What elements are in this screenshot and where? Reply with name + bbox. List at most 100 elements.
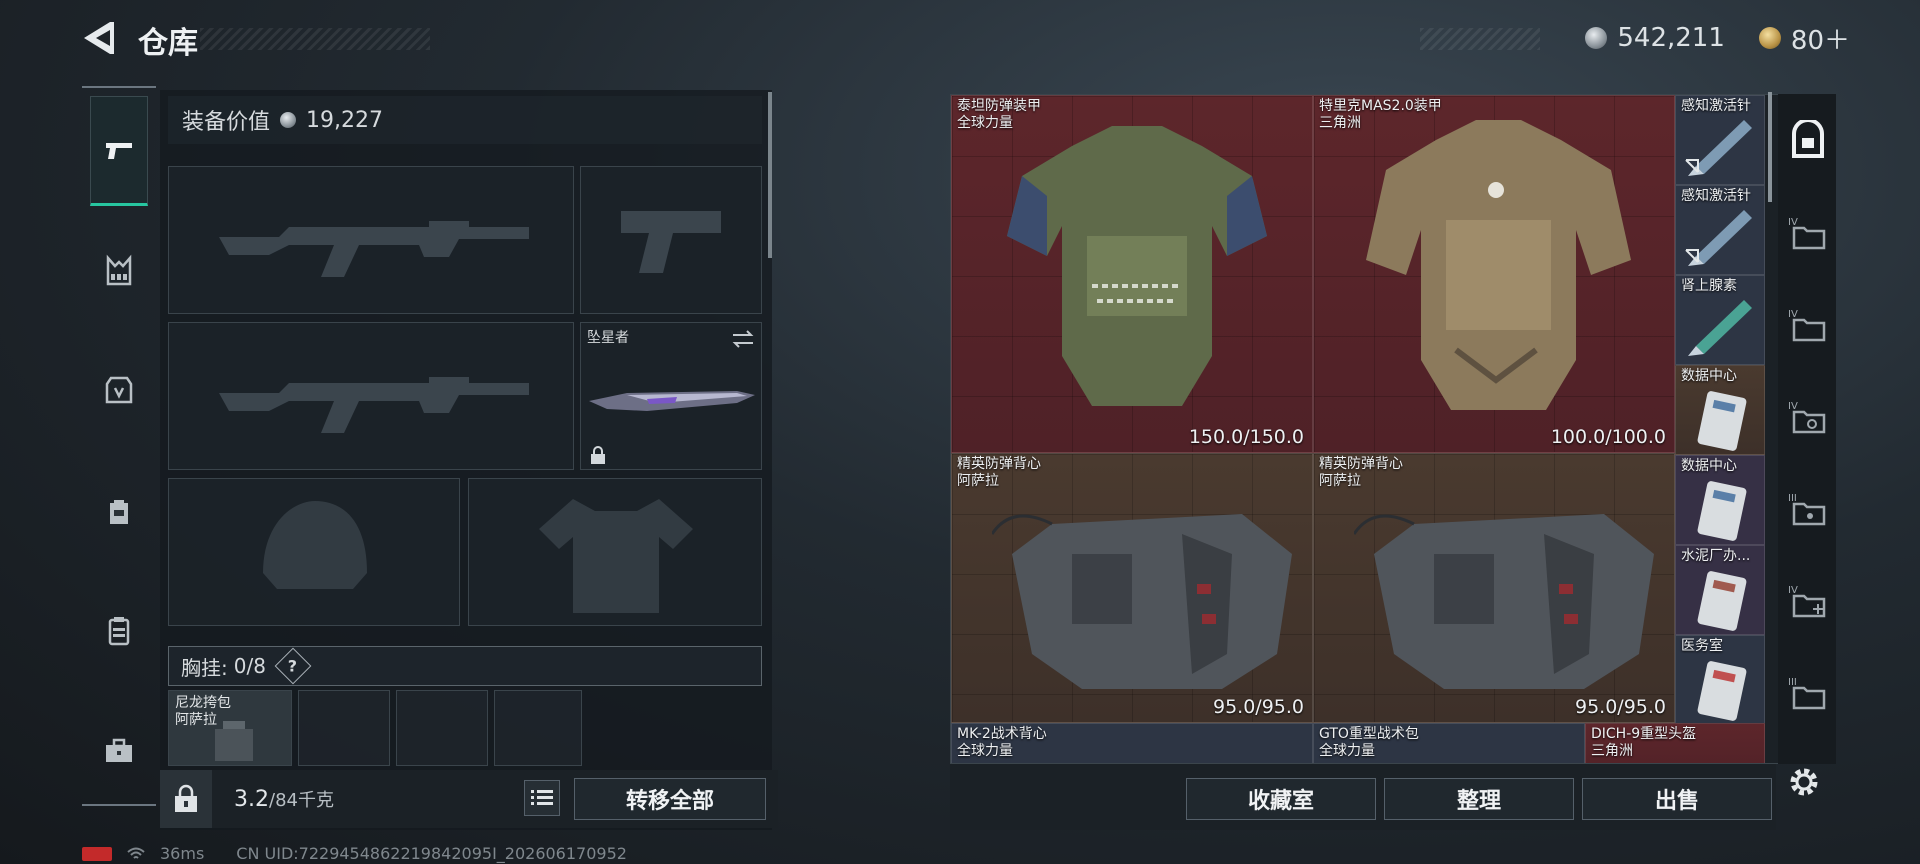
stash-tab-iv-2[interactable]: IV [1786, 302, 1830, 346]
stash-item-dich-helmet[interactable]: DICH-9重型头盔 三角洲 [1585, 723, 1765, 763]
item-name: 精英防弹背心 [957, 456, 1041, 472]
item-maker: 阿萨拉 [1319, 473, 1361, 489]
sell-button[interactable]: 出售 [1582, 778, 1772, 820]
stash-tab-iv-3[interactable]: IV [1786, 394, 1830, 438]
tier-label: IV [1788, 217, 1798, 228]
folder-gear-icon: III [1788, 493, 1826, 526]
helmet-slot[interactable] [168, 478, 460, 626]
list-view-button[interactable] [524, 780, 560, 816]
carry-weight: 3.2/84千克 [234, 786, 334, 812]
melee-slot[interactable]: 坠星者 [580, 322, 762, 470]
chest-rig-label: 胸挂: [181, 655, 228, 680]
tier-label: III [1788, 677, 1797, 688]
rifle-silhouette-icon [219, 377, 529, 433]
equipment-value-label: 装备价值 [182, 110, 271, 135]
syringe-icon [1685, 120, 1752, 176]
body-armor-slot[interactable] [468, 478, 762, 626]
sidearm-slot[interactable] [580, 166, 762, 314]
stash-item-elite-vest[interactable]: 精英防弹背心 阿萨拉 95.0/95.0 [951, 453, 1313, 723]
status-line: 36ms CN UID:7229454862219842095I_2026061… [82, 844, 627, 863]
helmet-silhouette-icon [263, 501, 367, 589]
stash-tab-iii-1[interactable]: III [1786, 486, 1830, 530]
wifi-icon [127, 847, 145, 859]
stash-grid: 泰坦防弹装甲 全球力量 150.0/150.0 特里克MAS2.0装甲 三角洲 10… [950, 94, 1836, 764]
stash-item-gto-bag[interactable]: GTO重型战术包 全球力量 [1313, 723, 1585, 763]
gold-coin-icon [1758, 27, 1781, 49]
pouch-slot-empty[interactable] [396, 690, 488, 766]
rail-item-vest[interactable] [90, 216, 148, 326]
collection-room-button[interactable]: 收藏室 [1186, 778, 1376, 820]
stash-item-keycard[interactable]: 数据中心 [1675, 365, 1765, 455]
item-durability: 100.0/100.0 [1550, 426, 1666, 448]
stash-tab-main[interactable] [1786, 118, 1830, 162]
rail-item-backpack[interactable] [90, 456, 148, 566]
rail-item-weapons[interactable] [90, 96, 148, 206]
back-button[interactable] [80, 18, 116, 58]
list-icon [531, 790, 553, 805]
item-name: 感知激活针 [1681, 98, 1751, 114]
stash-item-injector[interactable]: 感知激活针 [1675, 95, 1765, 185]
swap-icon[interactable] [731, 329, 755, 349]
item-name: 数据中心 [1681, 458, 1737, 474]
tier-label: IV [1788, 585, 1798, 596]
stash-item-mas-armor[interactable]: 特里克MAS2.0装甲 三角洲 100.0/100.0 [1313, 95, 1675, 453]
transfer-all-button[interactable]: 转移全部 [574, 778, 766, 820]
stash-item-mk2-vest[interactable]: MK-2战术背心 全球力量 [951, 723, 1313, 763]
armor-icon [105, 376, 133, 404]
stash-item-adrenaline[interactable]: 肾上腺素 [1675, 275, 1765, 365]
stash-item-titan-armor[interactable]: 泰坦防弹装甲 全球力量 150.0/150.0 [951, 95, 1313, 453]
safe-box-button[interactable] [160, 770, 212, 828]
primary-weapon-slot[interactable] [168, 166, 574, 314]
stash-item-injector[interactable]: 感知激活针 [1675, 185, 1765, 275]
stash-tab-iv-1[interactable]: IV [1786, 210, 1830, 254]
knife-icon [589, 391, 755, 411]
item-name: 肾上腺素 [1681, 278, 1737, 294]
loadout-scrollbar[interactable] [768, 92, 772, 258]
organize-button[interactable]: 整理 [1384, 778, 1574, 820]
help-icon[interactable]: ? [274, 647, 312, 685]
stash-item-elite-vest[interactable]: 精英防弹背心 阿萨拉 95.0/95.0 [1313, 453, 1675, 723]
keycard-icon [1697, 481, 1747, 541]
silver-amount: 542,211 [1617, 23, 1725, 53]
item-maker: 三角洲 [1591, 743, 1633, 759]
lock-icon [175, 784, 197, 812]
folder-search-icon: IV [1788, 401, 1826, 434]
stash-tab-iii-2[interactable]: III [1786, 670, 1830, 714]
category-rail [82, 86, 156, 806]
pistol-icon [106, 143, 132, 159]
stash-item-keycard[interactable]: 水泥厂办... [1675, 545, 1765, 635]
chest-rig-icon [106, 254, 132, 286]
item-name: 数据中心 [1681, 368, 1737, 384]
stash-item-keycard[interactable]: 医务室 [1675, 635, 1765, 725]
stash-scrollbar[interactable] [1768, 92, 1772, 202]
vest-icon [992, 514, 1292, 689]
container-icon [108, 617, 130, 646]
item-maker: 阿萨拉 [957, 473, 999, 489]
battery-icon [82, 846, 112, 861]
folder-icon: IV [1788, 217, 1826, 250]
pouch-slot-empty[interactable] [494, 690, 582, 766]
stash-tab-iv-4[interactable]: IV [1786, 578, 1830, 622]
currency-bar: 542,211 80＋ [1585, 18, 1850, 58]
keycard-icon [1697, 391, 1747, 451]
rail-item-container[interactable] [90, 576, 148, 686]
pouch-slot-empty[interactable] [298, 690, 390, 766]
rail-item-armor[interactable] [90, 336, 148, 446]
lock-icon [591, 446, 605, 464]
stash-item-keycard[interactable]: 数据中心 [1675, 455, 1765, 545]
gold-amount[interactable]: 80＋ [1791, 20, 1850, 57]
pouch-slot[interactable]: 尼龙挎包 阿萨拉 [168, 690, 292, 766]
item-durability: 150.0/150.0 [1188, 426, 1304, 448]
pouch-icon [215, 721, 253, 761]
rail-item-toolbox[interactable] [90, 696, 148, 806]
title-decoration [200, 28, 430, 50]
tier-label: IV [1788, 401, 1798, 412]
item-name: 精英防弹背心 [1319, 456, 1403, 472]
secondary-weapon-slot[interactable] [168, 322, 574, 470]
silver-coin-icon [1585, 27, 1608, 49]
chest-rig-count: 0/8 [233, 654, 266, 678]
currency-decoration [1420, 28, 1540, 50]
item-durability: 95.0/95.0 [1212, 696, 1304, 718]
equipment-value-row: 装备价值 19,227 [168, 96, 762, 144]
settings-gear-icon[interactable] [1784, 762, 1824, 802]
